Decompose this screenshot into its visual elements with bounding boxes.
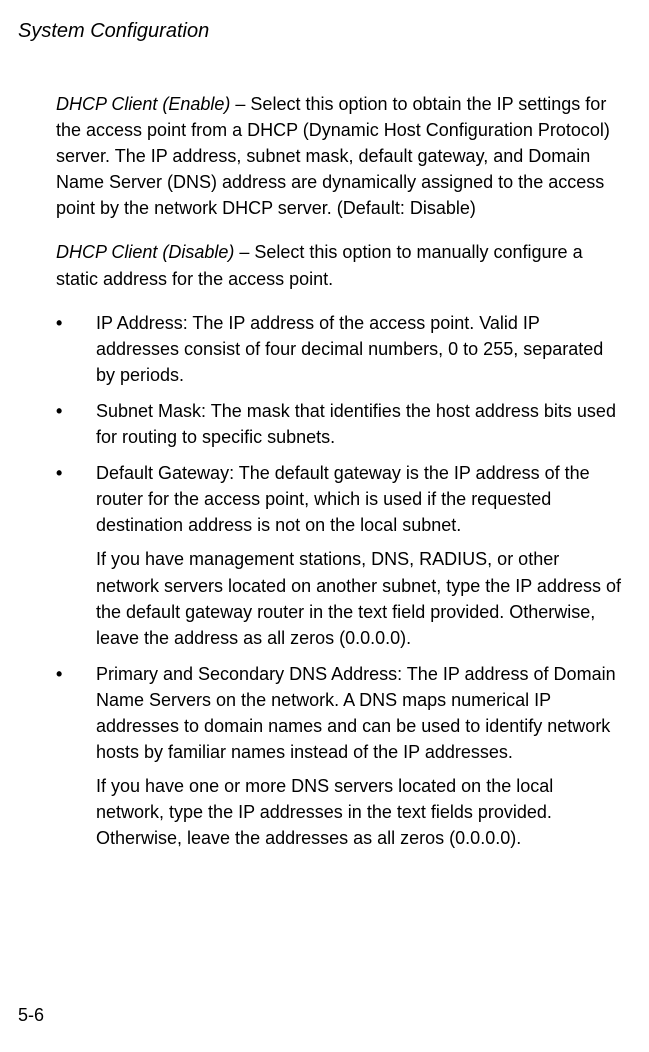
page-header-title: System Configuration (0, 20, 649, 43)
paragraph-lead: DHCP Client (Enable) (56, 94, 230, 114)
list-item-text: IP Address: The IP address of the access… (96, 310, 621, 388)
paragraph-sep: – (230, 94, 250, 114)
list-item: • Subnet Mask: The mask that identifies … (56, 398, 621, 450)
list-item-sub: If you have one or more DNS servers loca… (96, 773, 621, 851)
list-item-main: Primary and Secondary DNS Address: The I… (96, 664, 616, 762)
list-item-text: Primary and Secondary DNS Address: The I… (96, 661, 621, 852)
paragraph-dhcp-disable: DHCP Client (Disable) – Select this opti… (56, 239, 621, 291)
bullet-list: • IP Address: The IP address of the acce… (56, 310, 621, 852)
bullet-icon: • (56, 398, 96, 450)
bullet-icon: • (56, 310, 96, 388)
list-item-text: Default Gateway: The default gateway is … (96, 460, 621, 651)
paragraph-sep: – (234, 242, 254, 262)
list-item-sub: If you have management stations, DNS, RA… (96, 546, 621, 650)
page-content: DHCP Client (Enable) – Select this optio… (0, 91, 649, 851)
bullet-icon: • (56, 661, 96, 852)
list-item: • IP Address: The IP address of the acce… (56, 310, 621, 388)
paragraph-dhcp-enable: DHCP Client (Enable) – Select this optio… (56, 91, 621, 221)
page-number: 5-6 (18, 1005, 44, 1026)
list-item-main: Default Gateway: The default gateway is … (96, 463, 590, 535)
list-item-text: Subnet Mask: The mask that identifies th… (96, 398, 621, 450)
list-item: • Primary and Secondary DNS Address: The… (56, 661, 621, 852)
paragraph-lead: DHCP Client (Disable) (56, 242, 234, 262)
list-item: • Default Gateway: The default gateway i… (56, 460, 621, 651)
bullet-icon: • (56, 460, 96, 651)
